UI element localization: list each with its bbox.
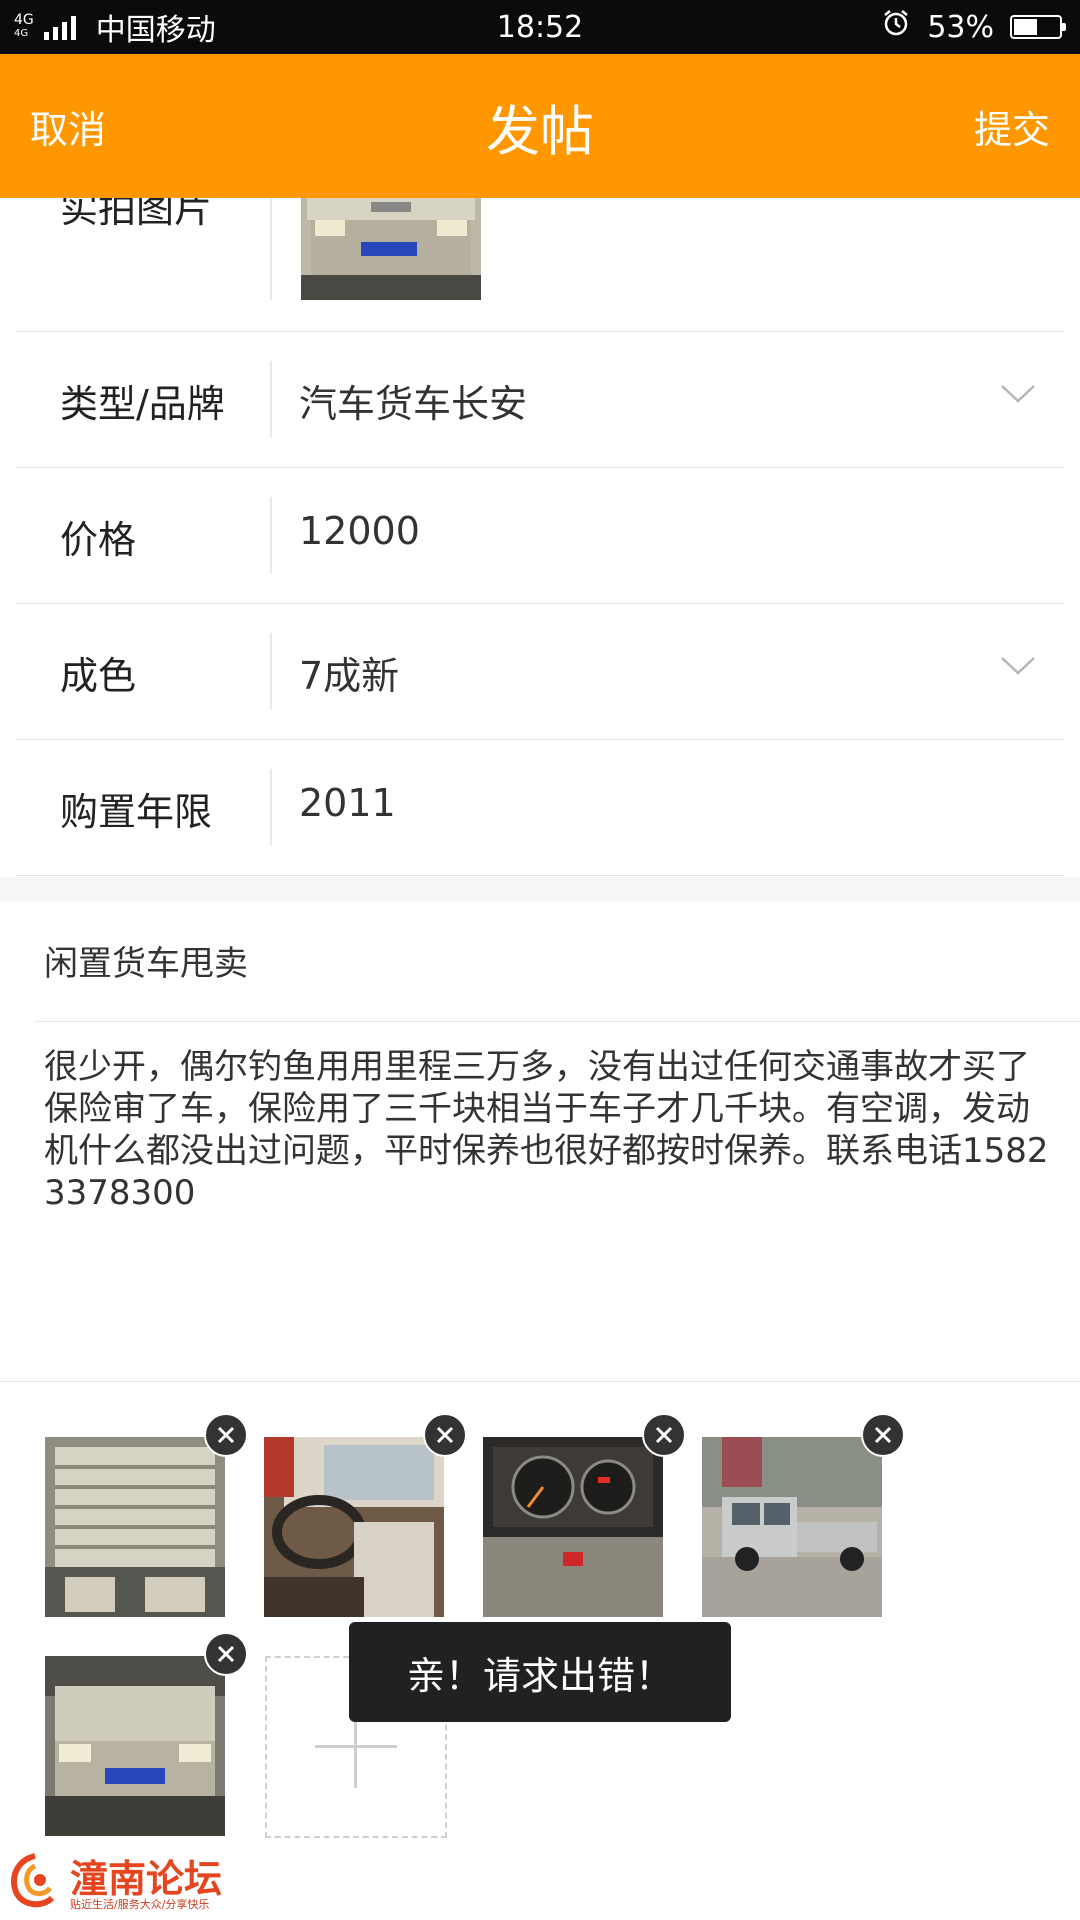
form-row-purchase-year[interactable]: 购置年限 2011 [16, 739, 1064, 876]
forum-watermark: 潼南论坛 贴近生活/服务大众/分享快乐 [6, 1848, 306, 1918]
close-icon[interactable] [204, 1413, 248, 1457]
brand-label: 类型/品牌 [60, 382, 225, 426]
status-bar: 4G 4G 中国移动 18:52 53% [0, 0, 1080, 54]
close-icon[interactable] [861, 1413, 905, 1457]
close-icon[interactable] [204, 1632, 248, 1676]
submit-button[interactable]: 提交 [974, 54, 1050, 198]
form-row-price[interactable]: 价格 12000 [16, 467, 1064, 604]
divider [34, 1021, 1080, 1022]
uploaded-image[interactable] [702, 1437, 882, 1617]
purchase-year-input[interactable]: 2011 [299, 781, 396, 825]
form-row-condition[interactable]: 成色 7成新 [16, 603, 1064, 740]
cancel-button[interactable]: 取消 [30, 54, 106, 198]
battery-percent: 53% [927, 9, 994, 45]
post-title-input[interactable]: 闲置货车甩卖 [44, 936, 248, 985]
chevron-down-icon[interactable] [1000, 655, 1036, 681]
section-separator [0, 877, 1080, 901]
price-label: 价格 [60, 518, 137, 562]
uploaded-image[interactable] [45, 1437, 225, 1617]
price-input[interactable]: 12000 [299, 509, 420, 553]
chevron-down-icon[interactable] [1000, 383, 1036, 409]
watermark-subtitle: 贴近生活/服务大众/分享快乐 [70, 1898, 210, 1911]
row-divider [270, 633, 272, 709]
row-divider [270, 361, 272, 437]
watermark-title: 潼南论坛 [70, 1856, 223, 1901]
form-row-brand[interactable]: 类型/品牌 汽车货车长安 [16, 331, 1064, 468]
close-icon[interactable] [642, 1413, 686, 1457]
post-body-textarea[interactable]: 很少开，偶尔钓鱼用用里程三万多，没有出过任何交通事故才买了保险审了车，保险用了三… [44, 1046, 1054, 1214]
brand-value[interactable]: 汽车货车长安 [299, 373, 527, 428]
purchase-year-label: 购置年限 [60, 790, 213, 834]
battery-icon [1010, 15, 1066, 39]
close-icon[interactable] [423, 1413, 467, 1457]
uploaded-image[interactable] [45, 1656, 225, 1836]
uploaded-image[interactable] [264, 1437, 444, 1617]
condition-value[interactable]: 7成新 [299, 645, 399, 700]
watermark-logo-icon [6, 1852, 64, 1914]
app-bar: 取消 发帖 提交 [0, 54, 1080, 198]
toast-message: 亲！请求出错！ [406, 1653, 673, 1698]
divider [0, 1381, 1080, 1382]
condition-label: 成色 [60, 654, 137, 698]
uploaded-image[interactable] [483, 1437, 663, 1617]
page-title: 发帖 [486, 99, 594, 163]
row-divider [270, 769, 272, 845]
row-divider [270, 497, 272, 573]
alarm-icon [881, 8, 911, 46]
error-toast: 亲！请求出错！ [349, 1622, 731, 1722]
battery-level [1014, 19, 1038, 35]
